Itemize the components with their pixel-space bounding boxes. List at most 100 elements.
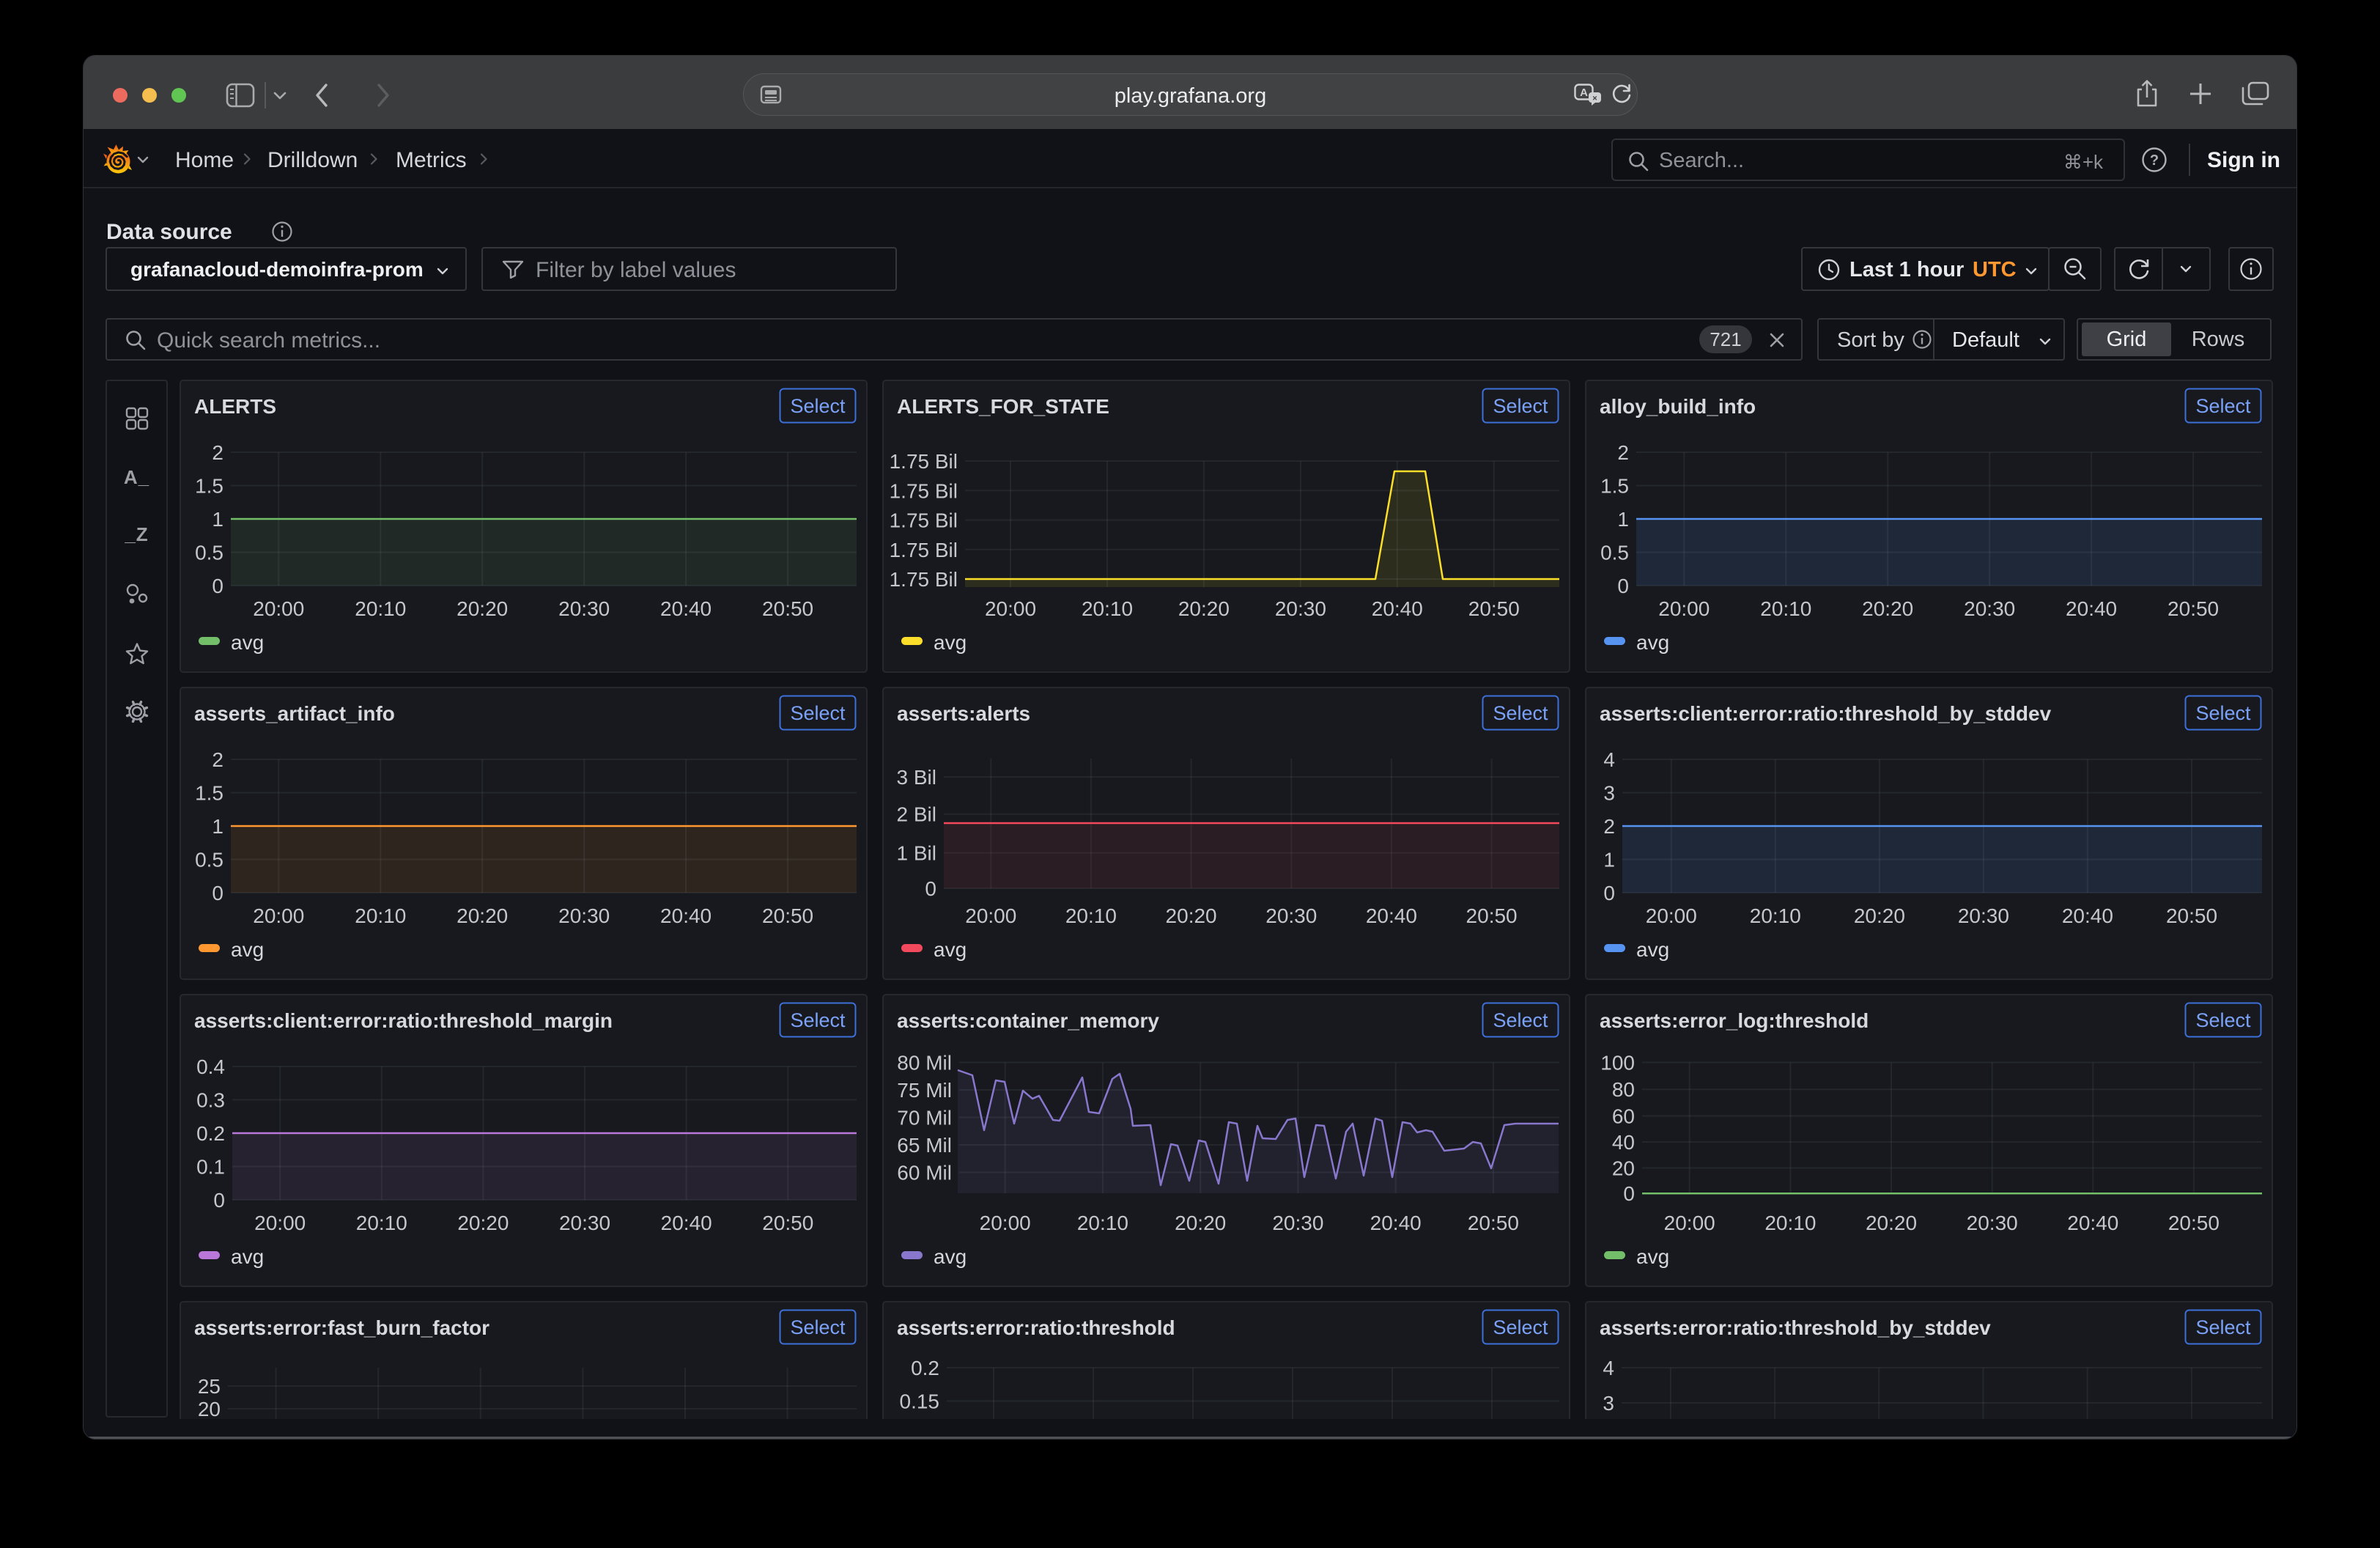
svg-text:2: 2 <box>212 441 223 464</box>
svg-text:Select: Select <box>2195 1009 2251 1031</box>
svg-text:avg: avg <box>231 1245 264 1268</box>
svg-text:70 Mil: 70 Mil <box>897 1107 952 1129</box>
svg-text:20:00: 20:00 <box>253 904 304 927</box>
svg-text:0.5: 0.5 <box>195 849 223 871</box>
svg-text:1: 1 <box>212 815 223 838</box>
svg-text:2 Bil: 2 Bil <box>897 803 936 826</box>
svg-text:1.5: 1.5 <box>1600 475 1629 498</box>
svg-text:0: 0 <box>1617 575 1629 597</box>
svg-text:Select: Select <box>2195 395 2251 417</box>
svg-text:20:10: 20:10 <box>1764 1212 1816 1234</box>
svg-text:1: 1 <box>1617 508 1629 531</box>
svg-text:60 Mil: 60 Mil <box>897 1162 952 1184</box>
svg-text:1.75 Bil: 1.75 Bil <box>890 509 958 532</box>
svg-text:2: 2 <box>1603 815 1615 838</box>
svg-text:20:20: 20:20 <box>457 904 508 927</box>
svg-text:20:40: 20:40 <box>2066 597 2117 620</box>
svg-text:20:50: 20:50 <box>762 597 813 620</box>
svg-text:asserts:error:ratio:threshold_: asserts:error:ratio:threshold_by_stddev <box>1600 1316 1991 1339</box>
svg-text:20:40: 20:40 <box>1366 904 1417 927</box>
svg-text:0: 0 <box>925 877 936 900</box>
svg-text:Select: Select <box>2195 1316 2251 1338</box>
svg-text:asserts:client:error:ratio:thr: asserts:client:error:ratio:threshold_mar… <box>194 1009 613 1032</box>
svg-text:asserts:container_memory: asserts:container_memory <box>897 1009 1159 1032</box>
svg-text:0.15: 0.15 <box>900 1390 940 1413</box>
svg-text:20:30: 20:30 <box>1967 1212 2018 1234</box>
svg-text:20:40: 20:40 <box>660 597 712 620</box>
svg-text:1.5: 1.5 <box>195 782 223 805</box>
svg-text:20:40: 20:40 <box>660 904 712 927</box>
svg-text:Select: Select <box>790 1009 846 1031</box>
svg-text:20: 20 <box>1612 1157 1635 1180</box>
svg-text:Select: Select <box>1493 702 1548 724</box>
svg-text:1.75 Bil: 1.75 Bil <box>890 479 958 502</box>
svg-text:20:00: 20:00 <box>1664 1212 1715 1234</box>
svg-text:asserts:error:ratio:threshold: asserts:error:ratio:threshold <box>897 1316 1175 1339</box>
svg-text:asserts:error:fast_burn_factor: asserts:error:fast_burn_factor <box>194 1316 489 1339</box>
svg-text:2: 2 <box>212 748 223 771</box>
svg-text:20:50: 20:50 <box>1466 904 1518 927</box>
svg-text:20:10: 20:10 <box>355 904 406 927</box>
svg-text:20:20: 20:20 <box>457 597 508 620</box>
svg-text:20:10: 20:10 <box>1750 904 1801 927</box>
svg-text:2: 2 <box>1617 441 1629 464</box>
svg-text:20:10: 20:10 <box>1760 597 1811 620</box>
svg-text:25: 25 <box>198 1375 221 1398</box>
svg-text:1.75 Bil: 1.75 Bil <box>890 539 958 561</box>
svg-text:asserts:error_log:threshold: asserts:error_log:threshold <box>1600 1009 1869 1032</box>
svg-text:100: 100 <box>1600 1052 1635 1075</box>
svg-text:asserts:alerts: asserts:alerts <box>897 702 1030 725</box>
svg-text:20:20: 20:20 <box>1854 904 1905 927</box>
svg-text:75 Mil: 75 Mil <box>897 1079 952 1102</box>
svg-text:0.5: 0.5 <box>1600 542 1629 564</box>
svg-text:4: 4 <box>1603 1357 1614 1379</box>
svg-text:20:50: 20:50 <box>1468 1212 1519 1234</box>
svg-text:avg: avg <box>934 938 967 961</box>
svg-text:20:50: 20:50 <box>762 1212 813 1234</box>
svg-text:20:30: 20:30 <box>1265 904 1317 927</box>
svg-text:1: 1 <box>1603 849 1615 871</box>
svg-text:20:30: 20:30 <box>1272 1212 1323 1234</box>
svg-text:80 Mil: 80 Mil <box>897 1052 952 1075</box>
svg-text:20:30: 20:30 <box>559 1212 610 1234</box>
svg-text:3: 3 <box>1603 1392 1614 1415</box>
svg-text:20:00: 20:00 <box>1658 597 1710 620</box>
svg-text:20:20: 20:20 <box>457 1212 509 1234</box>
svg-text:Select: Select <box>790 395 846 417</box>
svg-text:0: 0 <box>1603 882 1615 904</box>
svg-text:Select: Select <box>2195 702 2251 724</box>
svg-text:1.75 Bil: 1.75 Bil <box>890 568 958 591</box>
svg-text:20:10: 20:10 <box>356 1212 407 1234</box>
svg-text:3: 3 <box>1603 782 1615 805</box>
svg-text:avg: avg <box>231 938 264 961</box>
svg-text:0.3: 0.3 <box>196 1089 225 1112</box>
svg-text:0: 0 <box>213 1189 225 1212</box>
svg-text:Select: Select <box>790 1316 846 1338</box>
svg-text:asserts_artifact_info: asserts_artifact_info <box>194 702 395 725</box>
svg-text:20:10: 20:10 <box>1065 904 1117 927</box>
svg-text:40: 40 <box>1612 1131 1635 1154</box>
svg-text:avg: avg <box>1636 631 1669 654</box>
svg-text:20:40: 20:40 <box>2062 904 2113 927</box>
svg-text:20:10: 20:10 <box>1077 1212 1128 1234</box>
svg-text:Select: Select <box>1493 1009 1548 1031</box>
svg-text:20:00: 20:00 <box>1646 904 1697 927</box>
svg-text:asserts:client:error:ratio:thr: asserts:client:error:ratio:threshold_by_… <box>1600 702 2052 725</box>
svg-text:0.2: 0.2 <box>196 1122 225 1145</box>
svg-text:20:30: 20:30 <box>1958 904 2009 927</box>
svg-text:Select: Select <box>1493 1316 1548 1338</box>
svg-text:20:00: 20:00 <box>253 597 304 620</box>
svg-text:20:00: 20:00 <box>254 1212 306 1234</box>
svg-text:3 Bil: 3 Bil <box>897 766 936 789</box>
svg-text:20: 20 <box>198 1398 221 1419</box>
svg-text:1: 1 <box>212 508 223 531</box>
svg-text:20:00: 20:00 <box>965 904 1016 927</box>
svg-text:80: 80 <box>1612 1078 1635 1101</box>
svg-text:alloy_build_info: alloy_build_info <box>1600 395 1756 418</box>
svg-text:20:10: 20:10 <box>355 597 406 620</box>
svg-text:ALERTS_FOR_STATE: ALERTS_FOR_STATE <box>897 395 1109 418</box>
svg-text:20:50: 20:50 <box>2166 904 2217 927</box>
svg-text:4: 4 <box>1603 748 1615 771</box>
svg-text:20:00: 20:00 <box>985 597 1036 620</box>
svg-text:20:50: 20:50 <box>1468 597 1520 620</box>
